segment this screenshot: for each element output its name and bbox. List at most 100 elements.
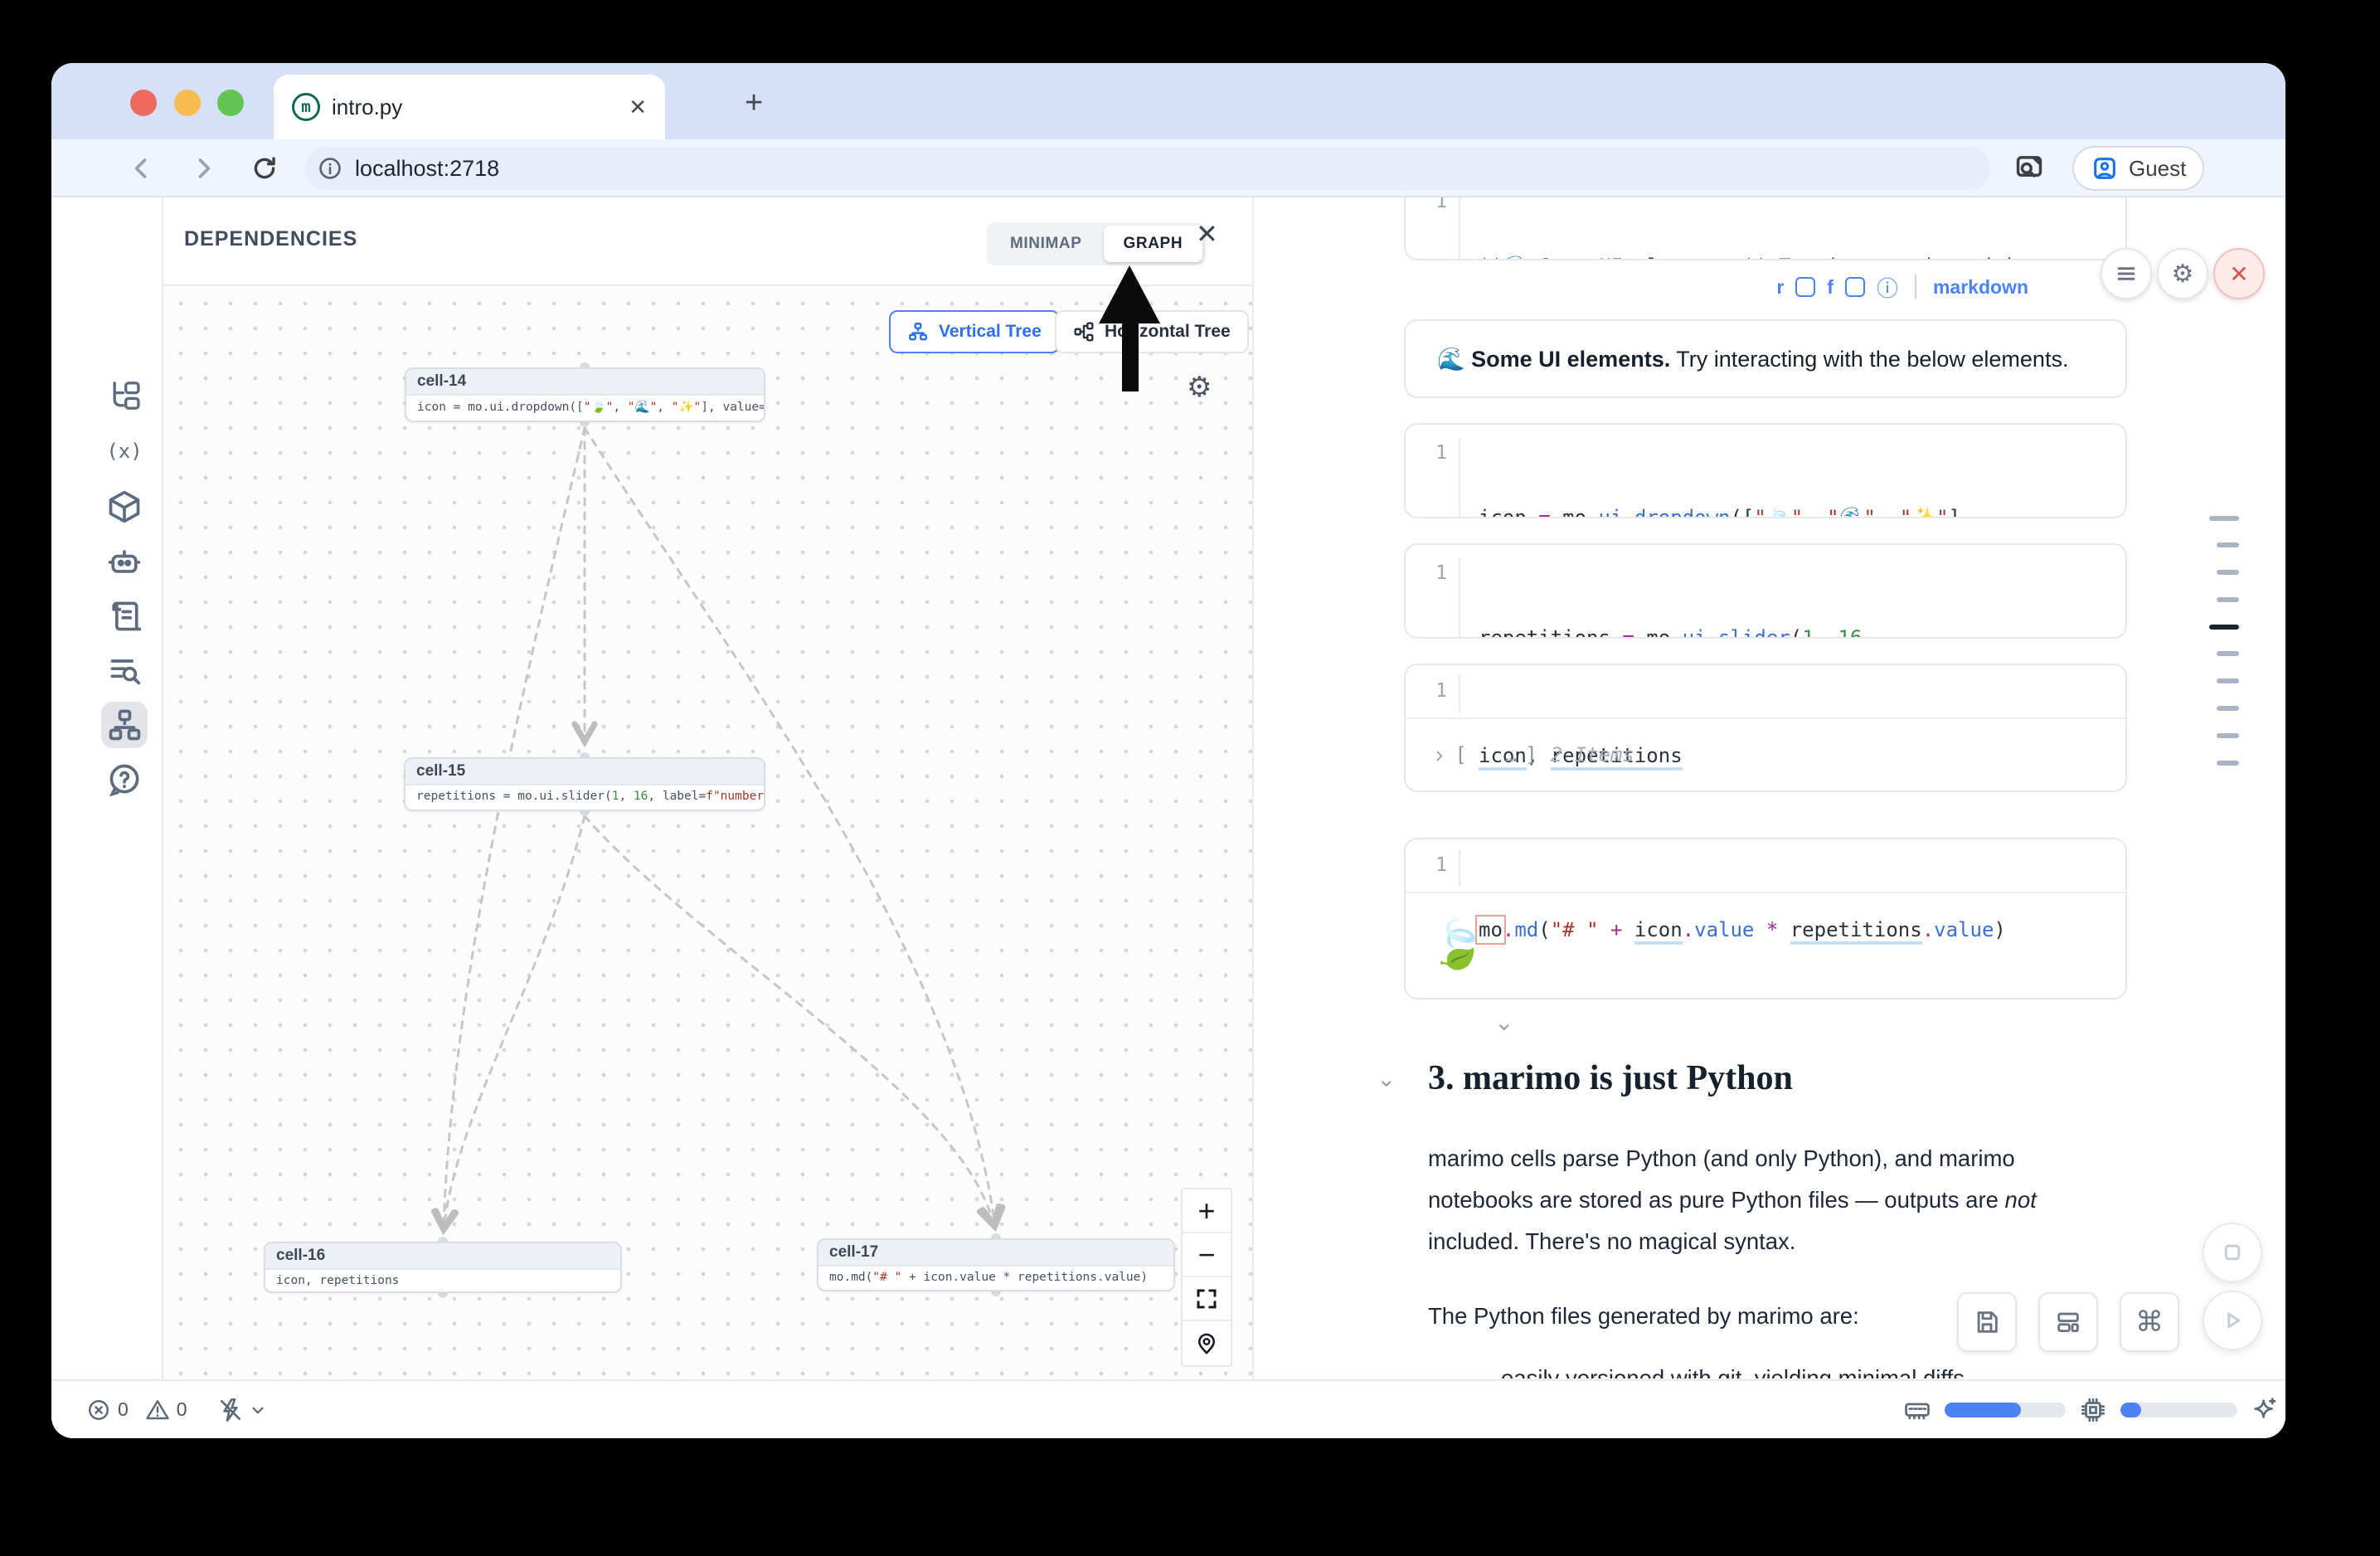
- minimap-cell-marker[interactable]: [2217, 570, 2239, 575]
- node-title: cell-16: [265, 1243, 620, 1270]
- sidebar-item-logs[interactable]: [106, 598, 143, 635]
- warnings-button[interactable]: 0: [145, 1398, 187, 1422]
- code-editor[interactable]: icon = mo.ui.dropdown(["🍃", "🌊", "✨"], v…: [1460, 437, 1972, 518]
- code-cell-slider[interactable]: 1 repetitions = mo.ui.slider(1, 16, labe…: [1404, 543, 2127, 639]
- avatar-icon: [2091, 154, 2119, 182]
- horizontal-tree-icon: [1073, 321, 1095, 343]
- sidebar-item-variables[interactable]: (x): [106, 433, 143, 469]
- window-close-button[interactable]: [130, 90, 157, 116]
- layout-button[interactable]: [2038, 1292, 2098, 1352]
- code-cell-md[interactable]: 1 mo.md("# " + icon.value * repetitions.…: [1404, 838, 2127, 999]
- locate-node-button[interactable]: [1183, 1321, 1231, 1365]
- notebook-menu-button[interactable]: [2101, 248, 2152, 299]
- info-icon[interactable]: ⓘ: [1877, 272, 1898, 303]
- sidebar-item-help[interactable]: [106, 761, 143, 798]
- sidebar-item-dependencies[interactable]: [106, 707, 143, 743]
- fstring-checkbox[interactable]: [1845, 277, 1865, 297]
- new-tab-button[interactable]: +: [745, 90, 763, 116]
- graph-zoom-controls: + −: [1181, 1188, 1232, 1367]
- minimap-cell-marker[interactable]: [2217, 678, 2239, 683]
- minimap-cell-marker[interactable]: [2217, 542, 2239, 547]
- code-cell-dropdown[interactable]: 1 icon = mo.ui.dropdown(["🍃", "🌊", "✨"],…: [1404, 423, 2127, 518]
- marimo-sidebar: (x): [51, 197, 163, 1379]
- url-bar[interactable]: localhost:2718: [305, 147, 1990, 190]
- markdown-source-cell-clipped[interactable]: 1 **🌊 Some UI elements.** Try interactin…: [1404, 197, 2127, 260]
- window-maximize-button[interactable]: [217, 90, 244, 116]
- shutdown-button[interactable]: ✕: [2213, 248, 2265, 299]
- file-tree-icon: [106, 377, 143, 414]
- tab-minimap[interactable]: MINIMAP: [990, 226, 1102, 262]
- bracket-open: [: [1455, 743, 1466, 766]
- autorun-toggle[interactable]: [217, 1397, 267, 1423]
- language-toggle[interactable]: markdown: [1933, 276, 2028, 299]
- panel-close-icon[interactable]: ✕: [1196, 218, 1218, 250]
- panel-right-divider[interactable]: [1252, 197, 1254, 1379]
- fit-view-button[interactable]: [1183, 1277, 1231, 1321]
- reload-button[interactable]: [244, 148, 285, 189]
- graph-node-cell-15[interactable]: cell-15 repetitions = mo.ui.slider(1, 16…: [404, 757, 765, 811]
- markdown-source[interactable]: **🌊 Some UI elements.** Try interacting …: [1460, 197, 2018, 260]
- dependency-graph-canvas[interactable]: [163, 286, 1254, 1379]
- output-collapse-chevron-icon[interactable]: ⌄: [1494, 1009, 1513, 1036]
- browser-tab[interactable]: m intro.py ✕: [274, 75, 665, 139]
- code-editor[interactable]: repetitions = mo.ui.slider(1, 16, label=…: [1460, 557, 1886, 639]
- tab-graph[interactable]: GRAPH: [1104, 226, 1203, 262]
- save-button[interactable]: [1957, 1292, 2017, 1352]
- section-paragraph: marimo cells parse Python (and only Pyth…: [1428, 1138, 2116, 1262]
- close-icon: ✕: [2229, 260, 2248, 288]
- notebook-settings-button[interactable]: ⚙: [2157, 248, 2208, 299]
- sidebar-item-packages[interactable]: [106, 489, 143, 525]
- code-cell-tuple[interactable]: 1 icon, repetitions › [ … ] 2 Items: [1404, 664, 2127, 792]
- ai-sparkle-icon[interactable]: [2251, 1396, 2279, 1424]
- tab-search-button[interactable]: [2008, 146, 2050, 187]
- leaf-emoji: 🍃: [1429, 917, 1487, 972]
- tab-close-icon[interactable]: ✕: [629, 95, 647, 120]
- md-output-bold: 🌊 Some UI elements.: [1437, 347, 1670, 372]
- node-code: mo.md("# " + icon.value * repetitions.va…: [818, 1267, 1173, 1288]
- cpu-usage-bar: [2120, 1403, 2237, 1417]
- minimap-cell-marker[interactable]: [2209, 516, 2239, 521]
- layout-grid-icon: [2054, 1308, 2082, 1336]
- sidebar-item-snippets[interactable]: [106, 652, 143, 688]
- graph-settings-icon[interactable]: ⚙: [1187, 371, 1212, 404]
- graph-node-cell-14[interactable]: cell-14 icon = mo.ui.dropdown(["🍃", "🌊",…: [405, 367, 765, 422]
- graph-node-cell-16[interactable]: cell-16 icon, repetitions: [264, 1242, 622, 1293]
- status-bar: 0 0: [51, 1379, 2285, 1438]
- sidebar-item-file-explorer[interactable]: [106, 377, 143, 414]
- panel-view-switcher: MINIMAP GRAPH: [987, 222, 1206, 265]
- site-info-icon[interactable]: [317, 155, 343, 182]
- expand-caret-icon[interactable]: ›: [1435, 742, 1443, 768]
- run-button[interactable]: [2203, 1291, 2262, 1350]
- profile-button[interactable]: Guest: [2072, 146, 2204, 191]
- emphasis-text: not: [2005, 1187, 2037, 1213]
- minimap-cell-marker[interactable]: [2217, 597, 2239, 602]
- graph-node-cell-17[interactable]: cell-17 mo.md("# " + icon.value * repeti…: [817, 1238, 1175, 1291]
- forward-button[interactable]: [182, 148, 224, 189]
- minimap-cell-marker[interactable]: [2217, 706, 2239, 711]
- code-editor[interactable]: icon, repetitions: [1460, 675, 1683, 792]
- zoom-out-button[interactable]: −: [1183, 1233, 1231, 1277]
- raw-checkbox[interactable]: [1795, 277, 1815, 297]
- node-title: cell-15: [406, 759, 764, 785]
- section-collapse-chevron-icon[interactable]: ⌄: [1377, 1065, 1396, 1092]
- fit-view-icon: [1194, 1286, 1219, 1311]
- minimap-cell-marker-active[interactable]: [2209, 625, 2239, 630]
- window-minimize-button[interactable]: [174, 90, 201, 116]
- minimap-cell-marker[interactable]: [2217, 733, 2239, 738]
- minimap-cell-marker[interactable]: [2217, 761, 2239, 766]
- command-icon: ⌘: [2135, 1306, 2164, 1339]
- horizontal-tree-button[interactable]: Horizontal Tree: [1055, 310, 1249, 353]
- errors-button[interactable]: 0: [86, 1398, 129, 1422]
- zoom-in-button[interactable]: +: [1183, 1189, 1231, 1233]
- sidebar-item-ai-assistant[interactable]: [106, 543, 143, 580]
- url-text[interactable]: localhost:2718: [355, 156, 499, 182]
- stop-button[interactable]: [2203, 1223, 2262, 1282]
- help-icon: [106, 761, 143, 798]
- shortcuts-button[interactable]: ⌘: [2120, 1292, 2179, 1352]
- panel-title: DEPENDENCIES: [184, 227, 357, 251]
- code-editor[interactable]: mo.md("# " + icon.value * repetitions.va…: [1460, 849, 2006, 999]
- minimap-cell-marker[interactable]: [2217, 651, 2239, 656]
- warning-triangle-icon: [145, 1398, 170, 1422]
- back-button[interactable]: [121, 148, 163, 189]
- vertical-tree-button[interactable]: Vertical Tree: [889, 310, 1060, 353]
